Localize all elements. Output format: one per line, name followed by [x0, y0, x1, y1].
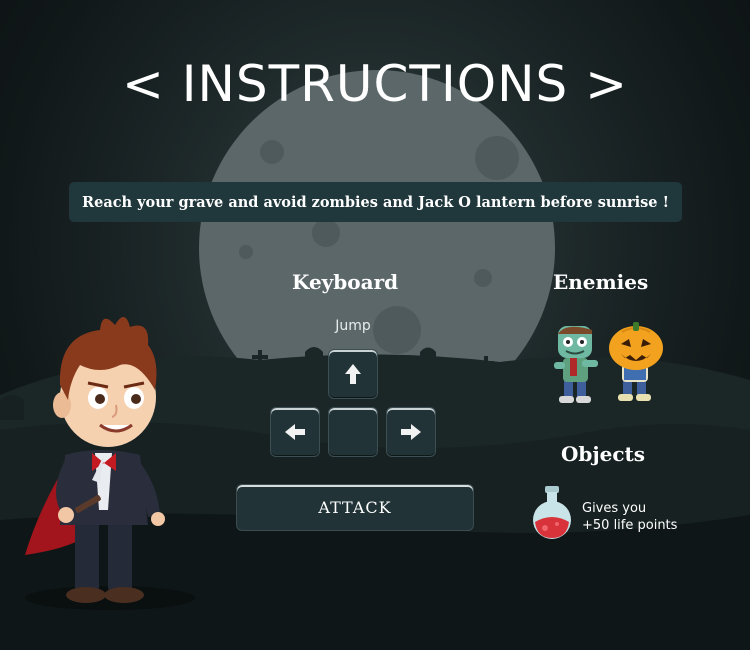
potion-description: Gives you +50 life points	[582, 500, 677, 534]
objective-text: Reach your grave and avoid zombies and J…	[82, 193, 669, 211]
jump-label: Jump	[335, 318, 371, 334]
left-arrow-key[interactable]	[270, 407, 320, 457]
vampire-icon	[25, 316, 165, 603]
instructions-screen: < INSTRUCTIONS > Reach your grave and av…	[0, 0, 750, 650]
page-title: < INSTRUCTIONS >	[121, 55, 629, 113]
down-arrow-key[interactable]	[328, 407, 378, 457]
arrow-left-icon	[285, 424, 305, 440]
objective-banner: Reach your grave and avoid zombies and J…	[69, 182, 682, 222]
right-arrow-key[interactable]	[386, 407, 436, 457]
jack-o-lantern-icon	[609, 322, 663, 401]
potion-line-1: Gives you	[582, 501, 647, 516]
arrow-right-icon	[401, 424, 421, 440]
potion-icon	[533, 486, 571, 539]
potion-line-2: +50 life points	[582, 518, 678, 533]
attack-label: ATTACK	[318, 498, 392, 517]
objects-heading: Objects	[561, 442, 646, 466]
arrow-up-icon	[345, 364, 361, 384]
keyboard-heading: Keyboard	[292, 270, 399, 294]
up-arrow-key[interactable]	[328, 349, 378, 399]
enemies-heading: Enemies	[553, 270, 649, 294]
zombie-icon	[554, 326, 598, 403]
attack-key[interactable]: ATTACK	[236, 484, 474, 531]
